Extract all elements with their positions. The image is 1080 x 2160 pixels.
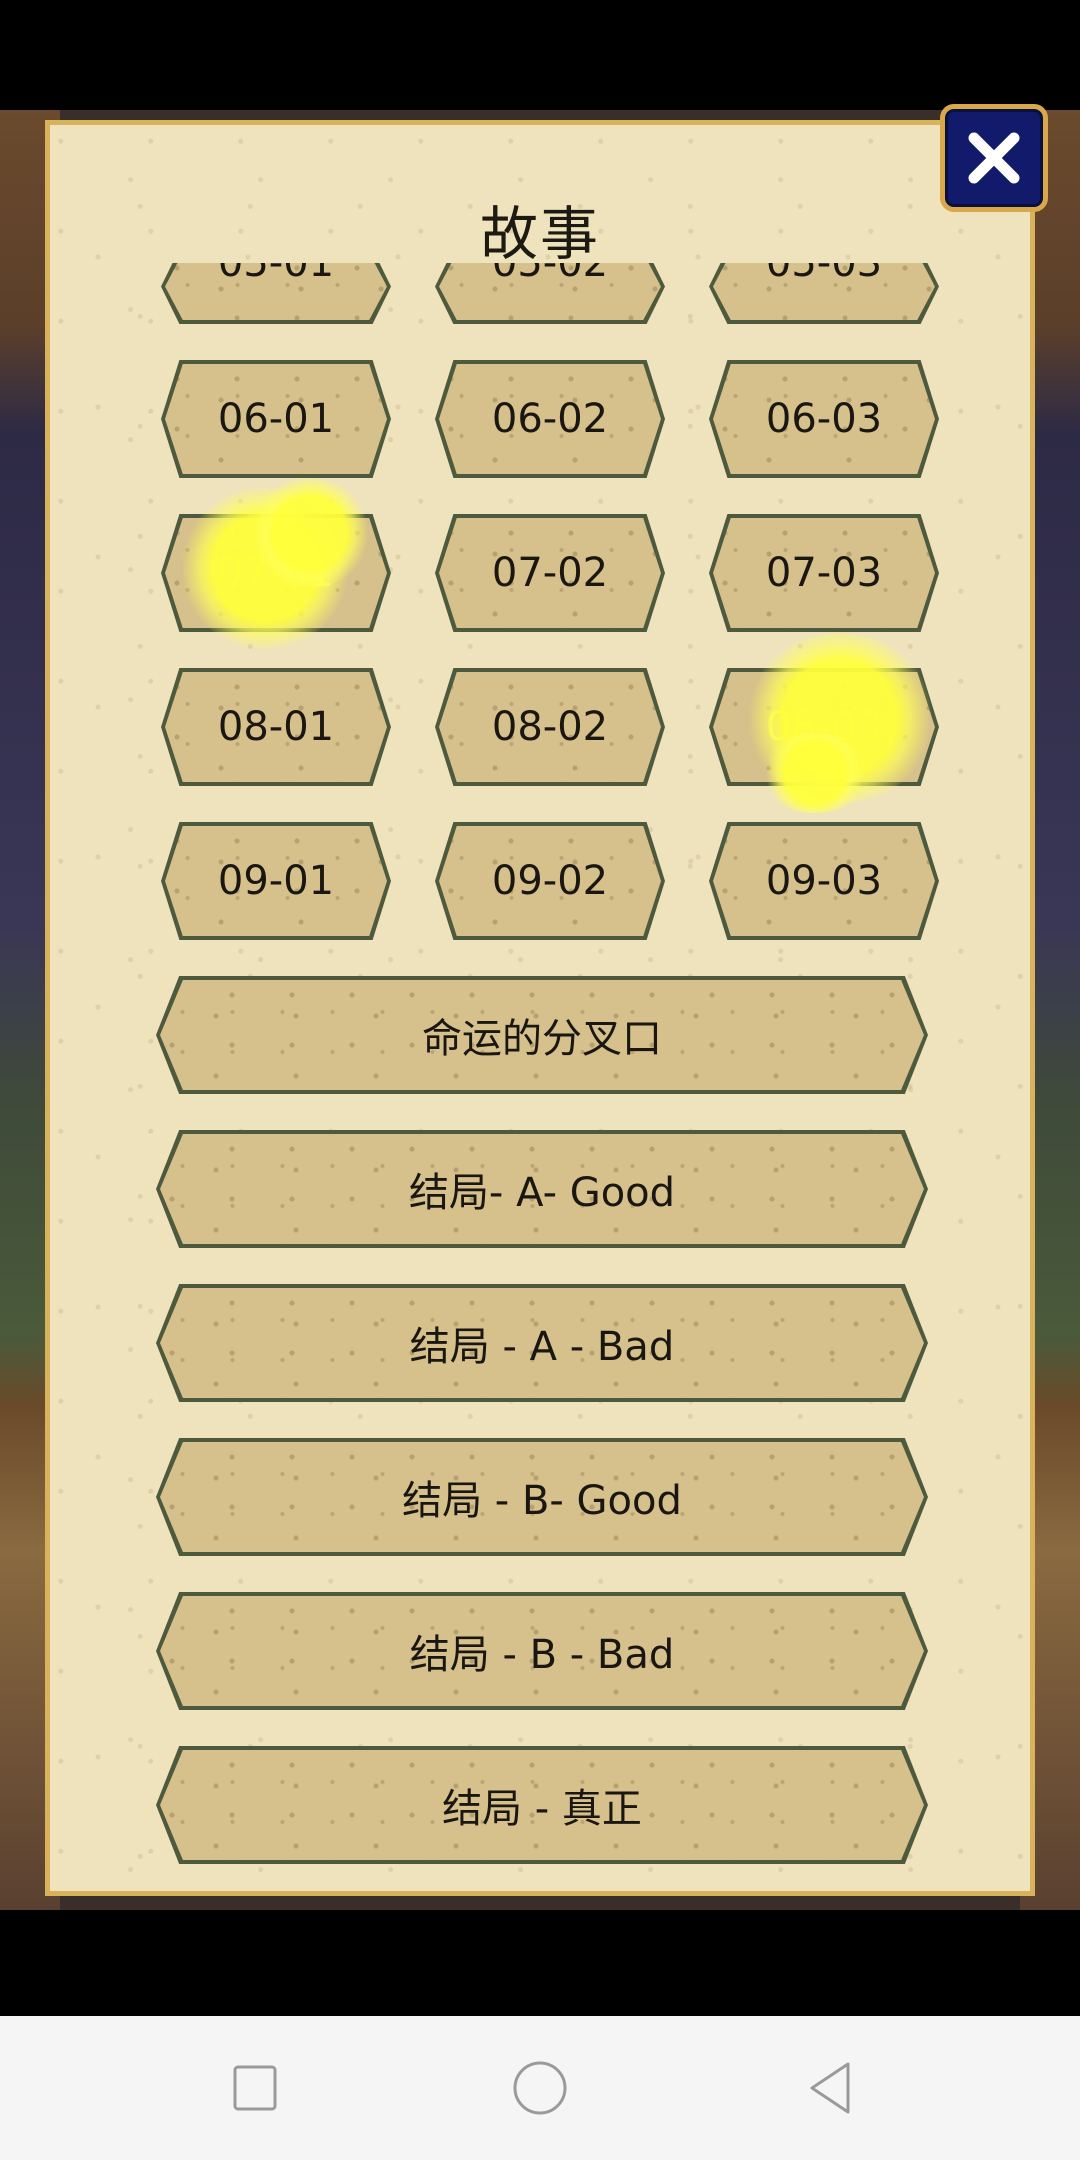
chapter-label: 08-01 [217, 704, 335, 750]
ending-label: 结局- A- Good [408, 1170, 676, 1216]
chapter-label: 07-01 [217, 550, 335, 596]
game-screen: 故事 05-01 05-02 05-03 06-01 06-02 06-03 [0, 0, 1080, 2160]
panel-title: 故事 [479, 200, 600, 268]
chapter-button-05-02[interactable]: 05-02 [435, 263, 665, 324]
chapter-button-06-02[interactable]: 06-02 [435, 360, 665, 478]
triangle-back-icon [810, 2062, 850, 2114]
chapter-label: 06-03 [765, 396, 883, 442]
story-list[interactable]: 05-01 05-02 05-03 06-01 06-02 06-03 07-0… [50, 263, 1030, 1891]
chapter-label: 09-01 [217, 858, 335, 904]
chapter-label: 09-03 [765, 858, 883, 904]
chapter-button-07-03[interactable]: 07-03 [709, 514, 939, 632]
chapter-button-09-02[interactable]: 09-02 [435, 822, 665, 940]
chapter-button-08-01[interactable]: 08-01 [161, 668, 391, 786]
chapter-button-07-01[interactable]: 07-01 [161, 514, 391, 632]
recent-apps-button[interactable] [225, 2058, 285, 2118]
chapter-button-06-01[interactable]: 06-01 [161, 360, 391, 478]
ending-button-b-good[interactable]: 结局 - B- Good [156, 1438, 928, 1556]
system-navigation-bar [0, 2016, 1080, 2160]
chapter-label: 05-01 [218, 263, 334, 286]
chapter-button-08-03[interactable]: 08-03 [709, 668, 939, 786]
chapter-label: 06-01 [217, 396, 335, 442]
back-button[interactable] [800, 2058, 860, 2118]
chapter-label: 06-02 [491, 396, 609, 442]
chapter-button-05-03[interactable]: 05-03 [709, 263, 939, 324]
ending-label: 结局 - B - Bad [409, 1632, 675, 1678]
ending-label: 结局 - A - Bad [409, 1324, 675, 1370]
chapter-label: 07-03 [765, 550, 883, 596]
ending-button-a-bad[interactable]: 结局 - A - Bad [156, 1284, 928, 1402]
home-button[interactable] [510, 2058, 570, 2118]
ending-button-true[interactable]: 结局 - 真正 [156, 1746, 928, 1864]
ending-label: 命运的分叉口 [422, 1016, 662, 1062]
ending-label: 结局 - B- Good [402, 1478, 682, 1524]
chapter-label: 05-02 [492, 263, 608, 286]
chapter-button-07-02[interactable]: 07-02 [435, 514, 665, 632]
ending-button-crossroads[interactable]: 命运的分叉口 [156, 976, 928, 1094]
chapter-label: 09-02 [491, 858, 609, 904]
chapter-label: 07-02 [491, 550, 609, 596]
ending-button-a-good[interactable]: 结局- A- Good [156, 1130, 928, 1248]
chapter-button-05-01[interactable]: 05-01 [161, 263, 391, 324]
chapter-button-09-03[interactable]: 09-03 [709, 822, 939, 940]
ending-button-b-bad[interactable]: 结局 - B - Bad [156, 1592, 928, 1710]
chapter-label: 08-02 [491, 704, 609, 750]
chapter-button-09-01[interactable]: 09-01 [161, 822, 391, 940]
circle-icon [513, 2061, 567, 2115]
chapter-label: 05-03 [766, 263, 882, 286]
close-button[interactable] [940, 104, 1048, 212]
close-icon [968, 132, 1020, 184]
square-icon [233, 2065, 277, 2111]
story-panel: 故事 05-01 05-02 05-03 06-01 06-02 06-03 [45, 120, 1035, 1896]
ending-label: 结局 - 真正 [442, 1786, 642, 1832]
chapter-button-06-03[interactable]: 06-03 [709, 360, 939, 478]
chapter-button-08-02[interactable]: 08-02 [435, 668, 665, 786]
chapter-label: 08-03 [765, 704, 883, 750]
